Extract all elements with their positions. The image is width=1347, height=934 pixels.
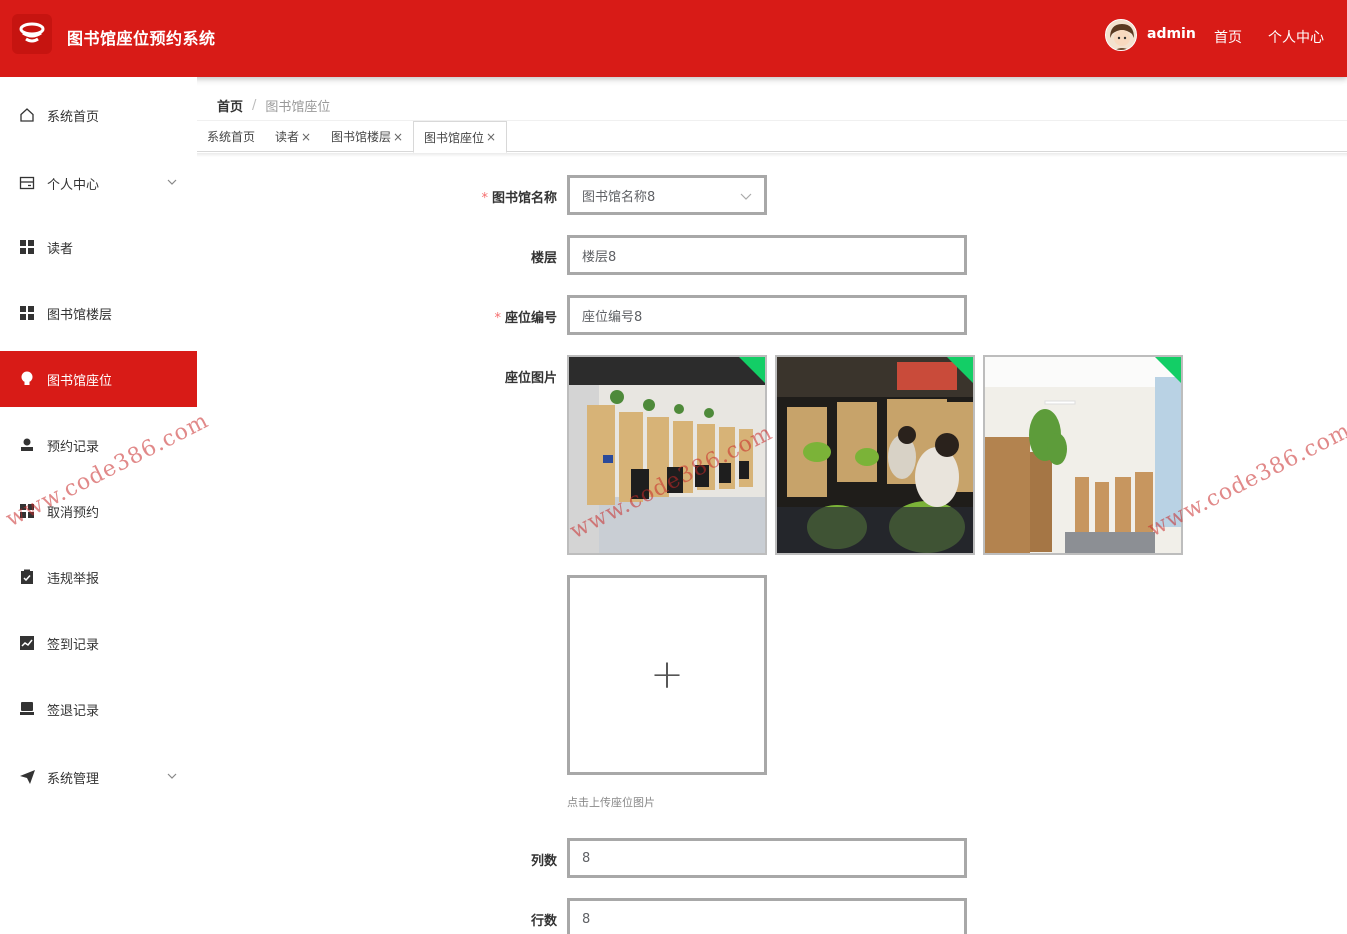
sidebar-item-label: 图书馆座位	[47, 373, 113, 389]
tab-label: 系统首页	[207, 130, 256, 144]
chart-icon	[19, 635, 35, 651]
rows-label: 行数	[530, 914, 557, 929]
floor-input[interactable]: 楼层8	[567, 235, 967, 275]
required-mark: *	[494, 311, 501, 326]
sidebar-item-label: 签到记录	[47, 637, 100, 653]
close-icon[interactable]: ×	[301, 130, 311, 144]
input-value: 楼层8	[582, 249, 617, 265]
sidebar-item-seats[interactable]: 图书馆座位	[0, 351, 197, 407]
tab-home[interactable]: 系统首页	[197, 121, 265, 152]
avatar[interactable]	[1105, 19, 1137, 51]
grid-icon	[19, 239, 35, 255]
sidebar-item-label: 系统管理	[47, 771, 100, 787]
close-icon[interactable]: ×	[393, 130, 403, 144]
sidebar-item-label: 图书馆楼层	[47, 307, 113, 323]
tab-label: 图书馆楼层	[331, 130, 392, 144]
tab-seats[interactable]: 图书馆座位 ×	[413, 121, 508, 153]
header-link-home[interactable]: 首页	[1214, 27, 1242, 47]
sidebar-item-home[interactable]: 系统首页	[0, 87, 197, 143]
upload-success-badge	[739, 357, 765, 383]
tab-label: 图书馆座位	[424, 130, 485, 145]
upload-success-badge	[947, 357, 973, 383]
user-icon	[19, 437, 35, 453]
sidebar-item-label: 预约记录	[47, 439, 100, 455]
columns-label: 列数	[530, 854, 557, 869]
rows-input[interactable]: 8	[567, 898, 967, 934]
sidebar-item-label: 系统首页	[47, 109, 100, 125]
stamp-icon	[19, 701, 35, 717]
home-icon	[19, 107, 35, 123]
seat-image-thumbnail[interactable]	[775, 355, 975, 555]
sidebar-item-label: 违规举报	[47, 571, 100, 587]
card-icon	[19, 175, 35, 191]
breadcrumb-home[interactable]: 首页	[217, 96, 243, 115]
send-icon	[19, 769, 35, 785]
sidebar-item-readers[interactable]: 读者	[0, 219, 197, 275]
sidebar-item-violations[interactable]: 违规举报	[0, 549, 197, 605]
library-name-select[interactable]: 图书馆名称8	[567, 175, 767, 215]
tab-label: 读者	[275, 130, 300, 144]
seat-number-label: * 座位编号	[494, 311, 557, 326]
close-icon[interactable]: ×	[486, 130, 496, 144]
breadcrumb: 首页 / 图书馆座位	[217, 96, 330, 115]
sidebar-item-floors[interactable]: 图书馆楼层	[0, 285, 197, 341]
header-link-profile[interactable]: 个人中心	[1268, 27, 1324, 47]
sidebar-item-system[interactable]: 系统管理	[0, 749, 197, 805]
plus-icon: +	[650, 652, 684, 698]
bulb-icon	[19, 371, 35, 387]
chevron-down-icon	[167, 175, 177, 190]
app-logo	[12, 14, 52, 54]
sidebar-item-label: 签退记录	[47, 703, 100, 719]
sidebar-item-checkin[interactable]: 签到记录	[0, 615, 197, 671]
chevron-down-icon	[740, 190, 752, 205]
columns-input[interactable]: 8	[567, 838, 967, 878]
grid-icon	[19, 305, 35, 321]
sidebar-item-label: 读者	[47, 241, 74, 257]
upload-success-badge	[1155, 357, 1181, 383]
input-value: 座位编号8	[582, 309, 643, 325]
floor-label: 楼层	[530, 251, 557, 266]
breadcrumb-current: 图书馆座位	[265, 100, 331, 115]
input-value: 8	[582, 912, 591, 927]
seat-image-label: 座位图片	[504, 371, 557, 386]
image-upload-button[interactable]: +	[567, 575, 767, 775]
clipboard-check-icon	[19, 569, 35, 585]
tab-floors[interactable]: 图书馆楼层 ×	[321, 121, 413, 152]
app-title: 图书馆座位预约系统	[67, 29, 216, 48]
breadcrumb-separator: /	[252, 98, 257, 113]
divider	[197, 153, 1347, 157]
upload-tip: 点击上传座位图片	[567, 796, 655, 809]
seat-number-input[interactable]: 座位编号8	[567, 295, 967, 335]
chevron-down-icon	[167, 769, 177, 784]
sidebar-item-profile[interactable]: 个人中心	[0, 155, 197, 211]
tab-readers[interactable]: 读者 ×	[265, 121, 321, 152]
tab-bar: 系统首页 读者 × 图书馆楼层 × 图书馆座位 ×	[197, 121, 1347, 153]
sidebar-item-checkout[interactable]: 签退记录	[0, 681, 197, 737]
input-value: 8	[582, 850, 591, 866]
library-name-label: * 图书馆名称	[481, 191, 557, 206]
top-header: 图书馆座位预约系统 admin 首页 个人中心	[0, 0, 1347, 77]
select-value: 图书馆名称8	[582, 189, 656, 205]
sidebar-item-label: 个人中心	[47, 177, 100, 193]
user-name[interactable]: admin	[1147, 26, 1196, 42]
required-mark: *	[481, 191, 488, 206]
